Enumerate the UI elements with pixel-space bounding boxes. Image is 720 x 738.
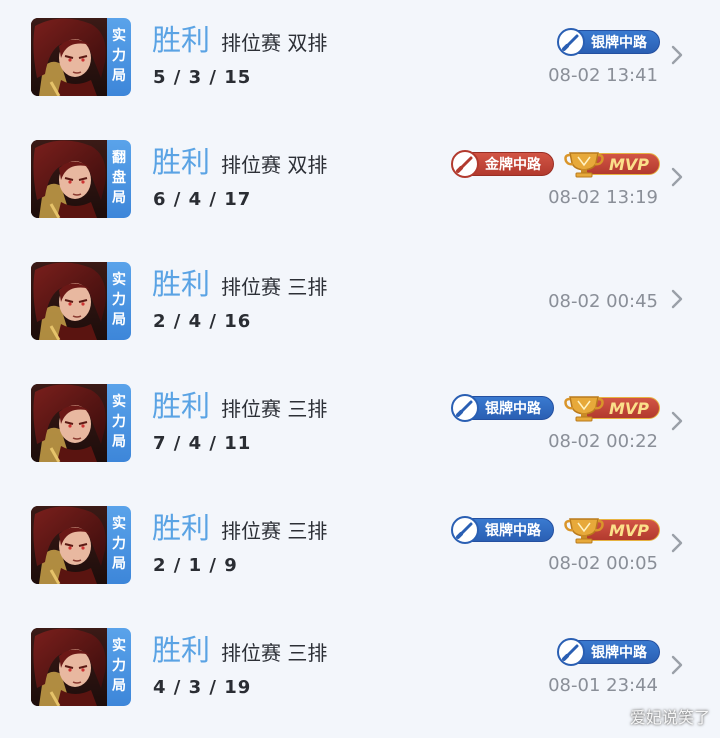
match-result: 胜利 [152,511,211,545]
match-history-list: 实 力 局 胜利 排位赛 双排 5 / 3 / 15 银牌中路 08-02 13… [0,0,720,738]
match-row[interactable]: 实 力 局 胜利 排位赛 双排 5 / 3 / 15 银牌中路 08-02 13… [0,0,720,122]
chevron-right-icon[interactable] [670,532,684,554]
trophy-icon [564,515,604,545]
hero-portrait [31,140,109,218]
chevron-right-icon[interactable] [670,44,684,66]
chevron-right-icon[interactable] [670,410,684,432]
mode-tag: 翻 盘 局 [107,140,131,218]
hero-avatar-group: 实 力 局 [31,506,131,584]
match-time: 08-02 00:05 [548,553,658,574]
match-time: 08-02 13:41 [548,65,658,86]
hero-avatar-group: 实 力 局 [31,628,131,706]
match-result: 胜利 [152,389,211,423]
match-row[interactable]: 实 力 局 胜利 排位赛 三排 7 / 4 / 11 银牌中路 MVP 08-0… [0,366,720,488]
match-row[interactable]: 实 力 局 胜利 排位赛 三排 2 / 1 / 9 银牌中路 MVP 08-02… [0,488,720,610]
kda-score: 2 / 1 / 9 [153,555,238,576]
lane-badge-label: 银牌中路 [484,401,541,417]
match-row[interactable]: 实 力 局 胜利 排位赛 三排 2 / 4 / 16 08-02 00:45 [0,244,720,366]
lane-badge-label: 银牌中路 [484,523,541,539]
match-result: 胜利 [152,23,211,57]
lane-badge-label: 银牌中路 [591,35,647,51]
hero-avatar-group: 实 力 局 [31,18,131,96]
match-time: 08-02 13:19 [548,187,658,208]
match-type: 排位赛 三排 [221,397,328,421]
badge-group: 银牌中路 [550,28,660,56]
badge-group: 银牌中路 [550,638,660,666]
chevron-right-icon[interactable] [670,288,684,310]
trophy-icon [564,393,604,423]
chevron-right-icon[interactable] [670,166,684,188]
kda-score: 5 / 3 / 15 [153,67,252,88]
mode-tag: 实 力 局 [107,628,131,706]
match-result: 胜利 [152,145,211,179]
mode-tag: 实 力 局 [107,262,131,340]
match-type: 排位赛 三排 [221,641,328,665]
lane-badge: 银牌中路 [557,638,660,666]
match-row[interactable]: 翻 盘 局 胜利 排位赛 双排 6 / 4 / 17 金牌中路 MVP 08-0… [0,122,720,244]
hero-portrait [31,506,109,584]
badge-group: 金牌中路 MVP [444,150,660,178]
mid-lane-icon [450,150,479,178]
hero-avatar-group: 实 力 局 [31,384,131,462]
lane-badge: 银牌中路 [450,394,554,422]
badge-group: 银牌中路 MVP [444,394,660,422]
hero-portrait [31,262,109,340]
mid-lane-icon [557,638,585,666]
hero-avatar-group: 翻 盘 局 [31,140,131,218]
watermark: 爱妃说笑了 [629,708,710,727]
match-type: 排位赛 双排 [221,153,328,177]
lane-badge: 银牌中路 [557,28,660,56]
match-time: 08-02 00:22 [548,431,658,452]
badge-group: 银牌中路 MVP [444,516,660,544]
match-type: 排位赛 双排 [221,31,328,55]
trophy-icon [564,149,604,179]
hero-portrait [31,18,109,96]
mid-lane-icon [450,516,479,544]
chevron-right-icon[interactable] [670,654,684,676]
match-type: 排位赛 三排 [221,275,328,299]
mode-tag: 实 力 局 [107,506,131,584]
mid-lane-icon [557,28,585,56]
hero-avatar-group: 实 力 局 [31,262,131,340]
hero-portrait [31,384,109,462]
match-time: 08-01 23:44 [548,675,658,696]
mode-tag: 实 力 局 [107,384,131,462]
match-result: 胜利 [152,267,211,301]
lane-badge-label: 金牌中路 [484,157,541,173]
lane-badge: 金牌中路 [450,150,554,178]
match-result: 胜利 [152,633,211,667]
mode-tag: 实 力 局 [107,18,131,96]
match-time: 08-02 00:45 [548,291,658,312]
match-type: 排位赛 三排 [221,519,328,543]
kda-score: 6 / 4 / 17 [153,189,252,210]
mvp-badge: MVP [564,393,660,423]
lane-badge-label: 银牌中路 [591,645,647,661]
kda-score: 7 / 4 / 11 [153,433,252,454]
hero-portrait [31,628,109,706]
lane-badge: 银牌中路 [450,516,554,544]
mvp-badge: MVP [564,515,660,545]
match-row[interactable]: 实 力 局 胜利 排位赛 三排 4 / 3 / 19 银牌中路 08-01 23… [0,610,720,732]
kda-score: 4 / 3 / 19 [153,677,252,698]
mid-lane-icon [450,394,479,422]
mvp-badge: MVP [564,149,660,179]
kda-score: 2 / 4 / 16 [153,311,252,332]
